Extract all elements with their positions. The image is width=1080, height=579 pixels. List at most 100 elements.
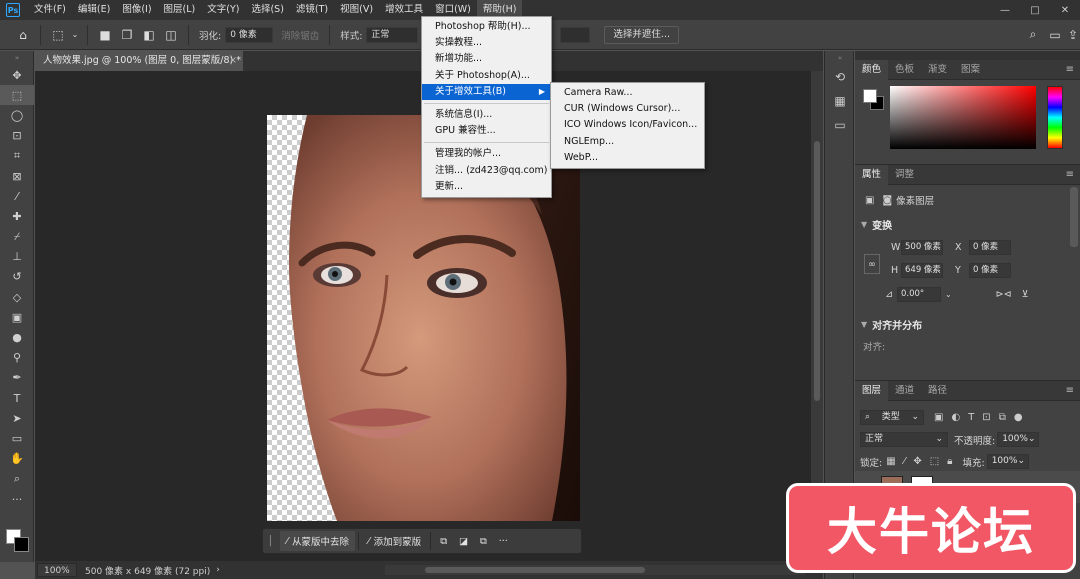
- menu-item-tutorials[interactable]: 实操教程...: [422, 35, 551, 51]
- tab-adjustments[interactable]: 调整: [888, 165, 921, 185]
- pixel-layer-icon[interactable]: ▣: [865, 195, 874, 206]
- panel-menu-icon[interactable]: ≡: [1066, 385, 1074, 396]
- menu-item-whats-new[interactable]: 新增功能...: [422, 51, 551, 67]
- mask-option-3-button[interactable]: ⧉: [474, 531, 493, 551]
- menu-layer[interactable]: 图层(L): [158, 0, 202, 20]
- properties-scrollbar[interactable]: [1070, 187, 1078, 247]
- workspace-icon[interactable]: ▭: [1046, 26, 1064, 44]
- tab-layers[interactable]: 图层: [855, 380, 889, 401]
- height-input[interactable]: 649 像素: [901, 263, 943, 278]
- tab-patterns[interactable]: 图案: [954, 60, 987, 80]
- width-input[interactable]: 500 像素: [901, 240, 943, 255]
- menu-file[interactable]: 文件(F): [28, 0, 72, 20]
- filter-type-icon[interactable]: T: [968, 412, 974, 423]
- path-select-tool-icon[interactable]: ➤: [0, 408, 34, 428]
- horizontal-scrollbar[interactable]: [385, 565, 805, 575]
- share-icon[interactable]: ⇪: [1064, 26, 1080, 44]
- hand-tool-icon[interactable]: ✋: [0, 449, 34, 469]
- intersect-selection-icon[interactable]: ◫: [162, 26, 180, 44]
- tab-properties[interactable]: 属性: [855, 164, 889, 185]
- lock-transparent-icon[interactable]: ▦: [886, 456, 895, 467]
- flip-vertical-icon[interactable]: ⊻: [1022, 289, 1029, 300]
- comments-panel-icon[interactable]: ▭: [825, 113, 855, 137]
- menu-edit[interactable]: 编辑(E): [72, 0, 116, 20]
- menu-item-photoshop-help[interactable]: Photoshop 帮助(H)...: [422, 19, 551, 35]
- chevron-down-icon[interactable]: ⌄: [71, 26, 79, 44]
- search-icon[interactable]: ⌕: [1024, 26, 1042, 44]
- blur-tool-icon[interactable]: ●: [0, 327, 34, 347]
- tab-gradients[interactable]: 渐变: [921, 60, 954, 80]
- filter-toggle-icon[interactable]: ●: [1014, 412, 1023, 423]
- menu-item-sign-out[interactable]: 注销... (zd423@qq.com): [422, 163, 551, 179]
- mask-option-1-button[interactable]: ⧉: [434, 531, 453, 551]
- fill-input[interactable]: 100% ⌄: [986, 454, 1029, 469]
- collapse-icon[interactable]: «: [825, 51, 855, 65]
- feather-input[interactable]: 0 像素: [225, 26, 274, 43]
- angle-input[interactable]: 0.00°: [896, 287, 941, 302]
- home-icon[interactable]: ⌂: [14, 26, 32, 44]
- color-field[interactable]: [890, 86, 1036, 149]
- panel-menu-icon[interactable]: ≡: [1066, 64, 1074, 75]
- status-menu-arrow[interactable]: ›: [216, 565, 220, 575]
- lock-position-icon[interactable]: ✥: [913, 456, 921, 467]
- menu-item-gpu-compat[interactable]: GPU 兼容性...: [422, 123, 551, 139]
- eyedropper-tool-icon[interactable]: ⁄: [0, 186, 34, 206]
- lock-artboard-icon[interactable]: ⬚: [930, 456, 939, 467]
- lock-all-icon[interactable]: 🔒︎: [947, 456, 952, 467]
- select-and-mask-button[interactable]: 选择并遮住...: [604, 25, 679, 44]
- menu-image[interactable]: 图像(I): [116, 0, 157, 20]
- close-tab-icon[interactable]: ×: [229, 51, 237, 71]
- layer-filter-select[interactable]: ⌕ 类型 ⌄: [860, 410, 924, 425]
- tab-color[interactable]: 颜色: [855, 59, 889, 80]
- filter-pixel-icon[interactable]: ▣: [934, 412, 943, 423]
- menu-type[interactable]: 文字(Y): [201, 0, 245, 20]
- type-tool-icon[interactable]: T: [0, 388, 34, 408]
- close-window-button[interactable]: ✕: [1050, 0, 1080, 20]
- lock-pixels-icon[interactable]: ⁄: [904, 456, 906, 467]
- tab-swatches[interactable]: 色板: [888, 60, 921, 80]
- history-brush-tool-icon[interactable]: ↺: [0, 267, 34, 287]
- style-select[interactable]: 正常: [366, 26, 419, 43]
- x-input[interactable]: 0 像素: [969, 240, 1011, 255]
- zoom-tool-icon[interactable]: ⌕: [0, 469, 34, 489]
- scrollbar-thumb[interactable]: [814, 141, 820, 401]
- menu-view[interactable]: 视图(V): [334, 0, 379, 20]
- remove-from-mask-button[interactable]: ⁄ 从蒙版中去除: [280, 531, 355, 551]
- menu-select[interactable]: 选择(S): [245, 0, 289, 20]
- brush-tool-icon[interactable]: ⌿: [0, 227, 34, 247]
- eraser-tool-icon[interactable]: ◇: [0, 287, 34, 307]
- maximize-button[interactable]: □: [1020, 0, 1050, 20]
- marquee-preset-icon[interactable]: ⬚: [49, 26, 67, 44]
- brush-panel-icon[interactable]: ▦: [825, 89, 855, 113]
- mask-icon[interactable]: ◙: [882, 195, 892, 206]
- submenu-item-cur[interactable]: CUR (Windows Cursor)...: [551, 101, 704, 117]
- document-tab[interactable]: 人物效果.jpg @ 100% (图层 0, 图层蒙版/8) * ×: [35, 51, 243, 71]
- submenu-item-webp[interactable]: WebP...: [551, 150, 704, 166]
- foreground-color-swatch[interactable]: [863, 89, 877, 103]
- opacity-input[interactable]: 100% ⌄: [997, 432, 1040, 447]
- quick-select-tool-icon[interactable]: ⊡: [0, 126, 34, 146]
- lasso-tool-icon[interactable]: ◯: [0, 105, 34, 125]
- add-selection-icon[interactable]: ❐: [118, 26, 136, 44]
- history-panel-icon[interactable]: ⟲: [825, 65, 855, 89]
- marquee-tool-icon[interactable]: ⬚: [0, 85, 34, 106]
- zoom-input[interactable]: 100%: [37, 563, 77, 577]
- menu-item-system-info[interactable]: 系统信息(I)...: [422, 107, 551, 123]
- move-tool-icon[interactable]: ✥: [0, 65, 34, 85]
- submenu-item-ico[interactable]: ICO Windows Icon/Favicon...: [551, 117, 704, 133]
- more-tools-icon[interactable]: ···: [0, 489, 34, 509]
- mask-option-2-button[interactable]: ◪: [453, 531, 474, 551]
- blend-mode-select[interactable]: 正常 ⌄: [860, 432, 948, 447]
- height-input[interactable]: [560, 26, 591, 43]
- y-input[interactable]: 0 像素: [969, 263, 1011, 278]
- panel-menu-icon[interactable]: ≡: [1066, 169, 1074, 180]
- gradient-tool-icon[interactable]: ▣: [0, 307, 34, 327]
- pen-tool-icon[interactable]: ✒: [0, 368, 34, 388]
- stamp-tool-icon[interactable]: ⊥: [0, 247, 34, 267]
- add-to-mask-button[interactable]: ⁄ 添加到蒙版: [362, 531, 427, 551]
- filter-adjustment-icon[interactable]: ◐: [951, 412, 960, 423]
- frame-tool-icon[interactable]: ⊠: [0, 166, 34, 186]
- hue-slider[interactable]: [1047, 86, 1063, 149]
- more-options-button[interactable]: ···: [493, 531, 514, 551]
- background-color-swatch[interactable]: [14, 537, 29, 552]
